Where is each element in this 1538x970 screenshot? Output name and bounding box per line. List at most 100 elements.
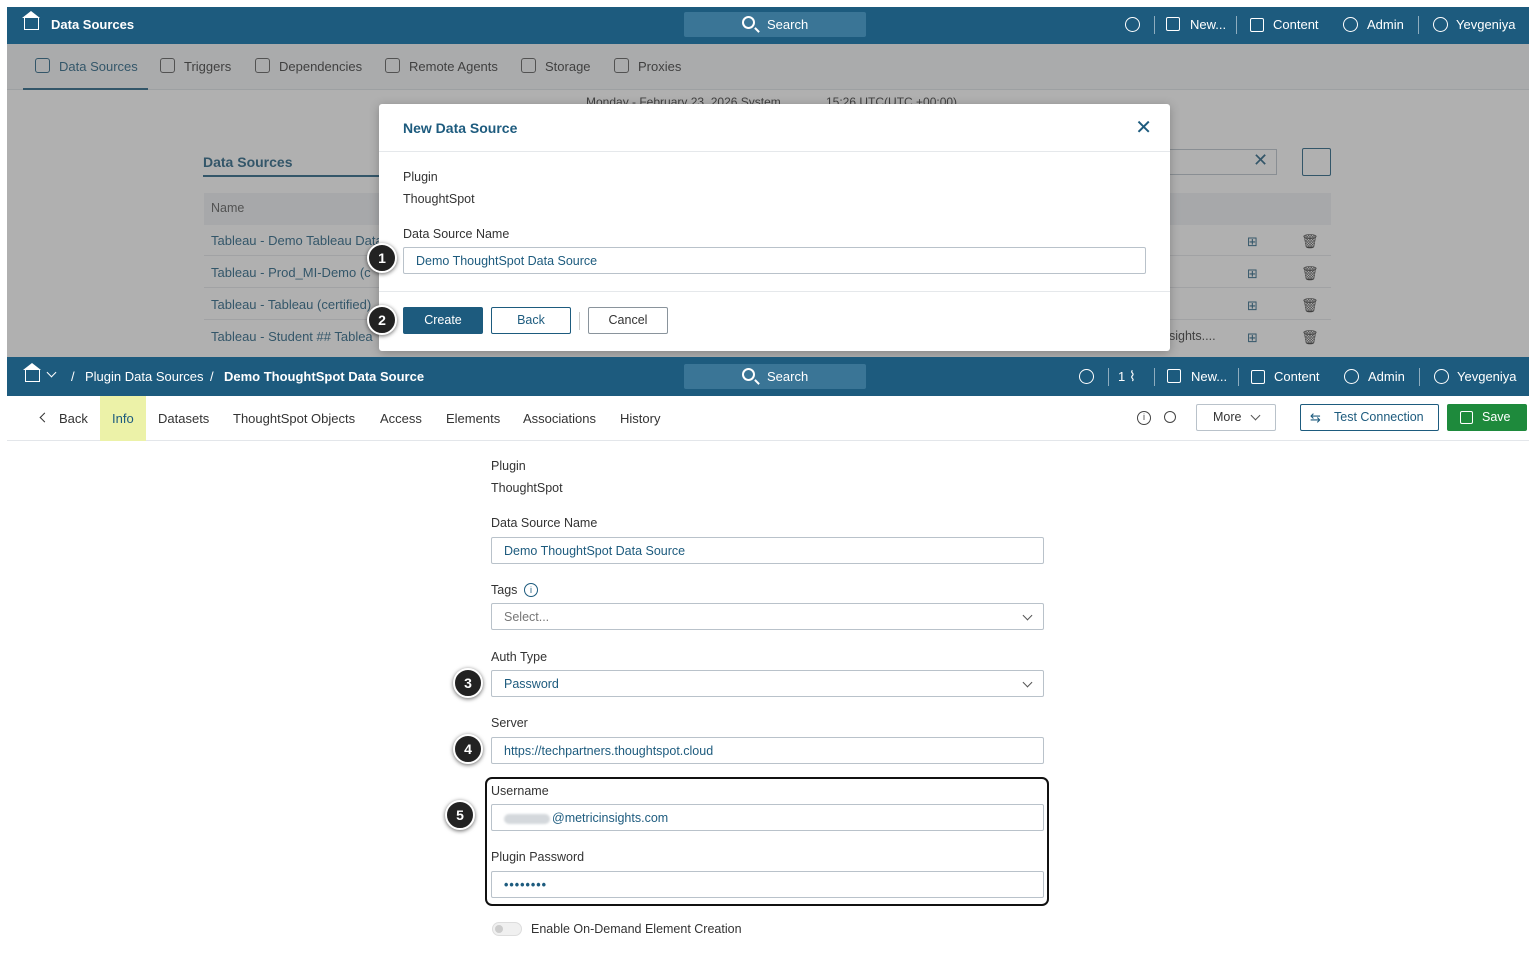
step-callout-2: 2 <box>367 305 397 335</box>
top-navbar: / Plugin Data Sources / Demo ThoughtSpot… <box>7 357 1529 396</box>
search-icon <box>742 368 755 381</box>
search-button[interactable]: Search <box>684 364 866 389</box>
admin-menu[interactable]: Admin <box>1367 17 1404 32</box>
chevron-left-icon <box>39 412 50 423</box>
top-navbar: Data Sources Search New... Content Admin… <box>7 7 1529 44</box>
search-icon[interactable] <box>1164 411 1176 423</box>
tags-select[interactable]: Select... <box>491 603 1044 630</box>
username-value: @metricinsights.com <box>552 811 669 825</box>
chevron-down-icon[interactable] <box>46 367 57 378</box>
divider <box>1154 368 1155 386</box>
plugin-label: Plugin <box>491 459 526 473</box>
tags-label: Tags <box>491 583 518 597</box>
step-callout-4: 4 <box>453 734 483 764</box>
divider <box>1418 16 1419 34</box>
step-callout-1: 1 <box>367 243 397 273</box>
palette-icon[interactable] <box>1125 17 1140 32</box>
content-menu[interactable]: Content <box>1273 17 1319 32</box>
tab-datasets[interactable]: Datasets <box>158 411 209 426</box>
tab-associations[interactable]: Associations <box>523 411 596 426</box>
divider <box>1154 16 1155 34</box>
tab-access[interactable]: Access <box>380 411 422 426</box>
back-button[interactable]: Back <box>491 307 571 334</box>
plugin-data-source-window: / Plugin Data Sources / Demo ThoughtSpot… <box>7 357 1529 963</box>
username-input[interactable]: @metricinsights.com <box>491 804 1044 831</box>
data-source-name-input[interactable]: Demo ThoughtSpot Data Source <box>491 537 1044 564</box>
home-icon[interactable] <box>24 17 39 30</box>
name-label: Data Source Name <box>403 227 510 241</box>
user-icon <box>1434 369 1449 384</box>
step-callout-3: 3 <box>453 668 483 698</box>
info-icon[interactable]: i <box>1137 411 1151 425</box>
server-input[interactable]: https://techpartners.thoughtspot.cloud <box>491 737 1044 764</box>
save-button[interactable]: Save <box>1447 404 1527 431</box>
name-label: Data Source Name <box>491 516 598 530</box>
palette-icon[interactable] <box>1079 369 1094 384</box>
breadcrumb-separator: / <box>210 369 214 384</box>
content-menu[interactable]: Content <box>1274 369 1320 384</box>
swap-icon: ⇆ <box>1310 410 1321 425</box>
page-title: Data Sources <box>51 17 135 32</box>
folder-icon <box>1251 370 1265 384</box>
data-sources-window: Data Sources Search New... Content Admin… <box>7 7 1529 357</box>
info-icon[interactable]: i <box>524 583 538 597</box>
close-icon[interactable]: ✕ <box>1135 118 1152 138</box>
search-button[interactable]: Search <box>684 12 866 37</box>
on-demand-toggle[interactable] <box>492 922 522 936</box>
divider <box>1238 368 1239 386</box>
plugin-value: ThoughtSpot <box>491 481 563 495</box>
search-icon <box>742 16 755 29</box>
new-menu[interactable]: New... <box>1190 17 1226 32</box>
auth-type-select[interactable]: Password <box>491 670 1044 697</box>
cancel-button[interactable]: Cancel <box>588 307 668 334</box>
create-button[interactable]: Create <box>403 307 483 334</box>
step-callout-5: 5 <box>445 800 475 830</box>
breadcrumb-plugin-data-sources[interactable]: Plugin Data Sources <box>85 369 204 384</box>
gear-icon <box>1344 369 1359 384</box>
plugin-value: ThoughtSpot <box>403 192 475 206</box>
redacted-text <box>504 813 550 824</box>
gear-icon <box>1343 17 1358 32</box>
tab-elements[interactable]: Elements <box>446 411 500 426</box>
button-divider <box>579 312 580 330</box>
divider <box>1108 368 1109 386</box>
tab-history[interactable]: History <box>620 411 660 426</box>
screenshot-frame: Data Sources Search New... Content Admin… <box>0 0 1538 970</box>
more-button[interactable]: More <box>1196 404 1276 431</box>
password-label: Plugin Password <box>491 850 585 864</box>
dialog-divider <box>379 151 1170 152</box>
save-label: Save <box>1482 410 1511 424</box>
dialog-title: New Data Source <box>403 120 518 136</box>
divider <box>1236 16 1237 34</box>
plus-icon <box>1166 17 1180 31</box>
server-label: Server <box>491 716 528 730</box>
auth-type-label: Auth Type <box>491 650 548 664</box>
user-menu[interactable]: Yevgeniya <box>1456 17 1516 32</box>
paperclip-icon[interactable]: ⌇ <box>1129 368 1136 385</box>
user-icon <box>1433 17 1448 32</box>
new-menu[interactable]: New... <box>1191 369 1227 384</box>
admin-menu[interactable]: Admin <box>1368 369 1405 384</box>
divider <box>1419 368 1420 386</box>
on-demand-label: Enable On-Demand Element Creation <box>531 922 742 936</box>
tab-thoughtspot-objects[interactable]: ThoughtSpot Objects <box>233 411 355 426</box>
username-label: Username <box>491 784 549 798</box>
new-data-source-dialog: New Data Source ✕ Plugin ThoughtSpot Dat… <box>379 104 1170 351</box>
plugin-label: Plugin <box>403 170 438 184</box>
back-link[interactable]: Back <box>59 411 88 426</box>
dialog-divider <box>379 291 1170 292</box>
tab-bar: Back Info Datasets ThoughtSpot Objects A… <box>7 396 1529 441</box>
more-label: More <box>1213 410 1242 424</box>
password-input[interactable]: •••••••• <box>491 871 1044 898</box>
home-icon[interactable] <box>25 369 40 382</box>
test-connection-label: Test Connection <box>1334 410 1424 424</box>
breadcrumb-current: Demo ThoughtSpot Data Source <box>224 369 425 384</box>
folder-icon <box>1250 18 1264 32</box>
attachment-count[interactable]: 1 <box>1118 369 1125 384</box>
plus-icon <box>1167 369 1181 383</box>
tab-info[interactable]: Info <box>112 411 134 426</box>
data-source-name-input[interactable]: Demo ThoughtSpot Data Source <box>403 247 1146 274</box>
floppy-icon <box>1460 411 1473 424</box>
breadcrumb-separator: / <box>71 369 75 384</box>
user-menu[interactable]: Yevgeniya <box>1457 369 1517 384</box>
